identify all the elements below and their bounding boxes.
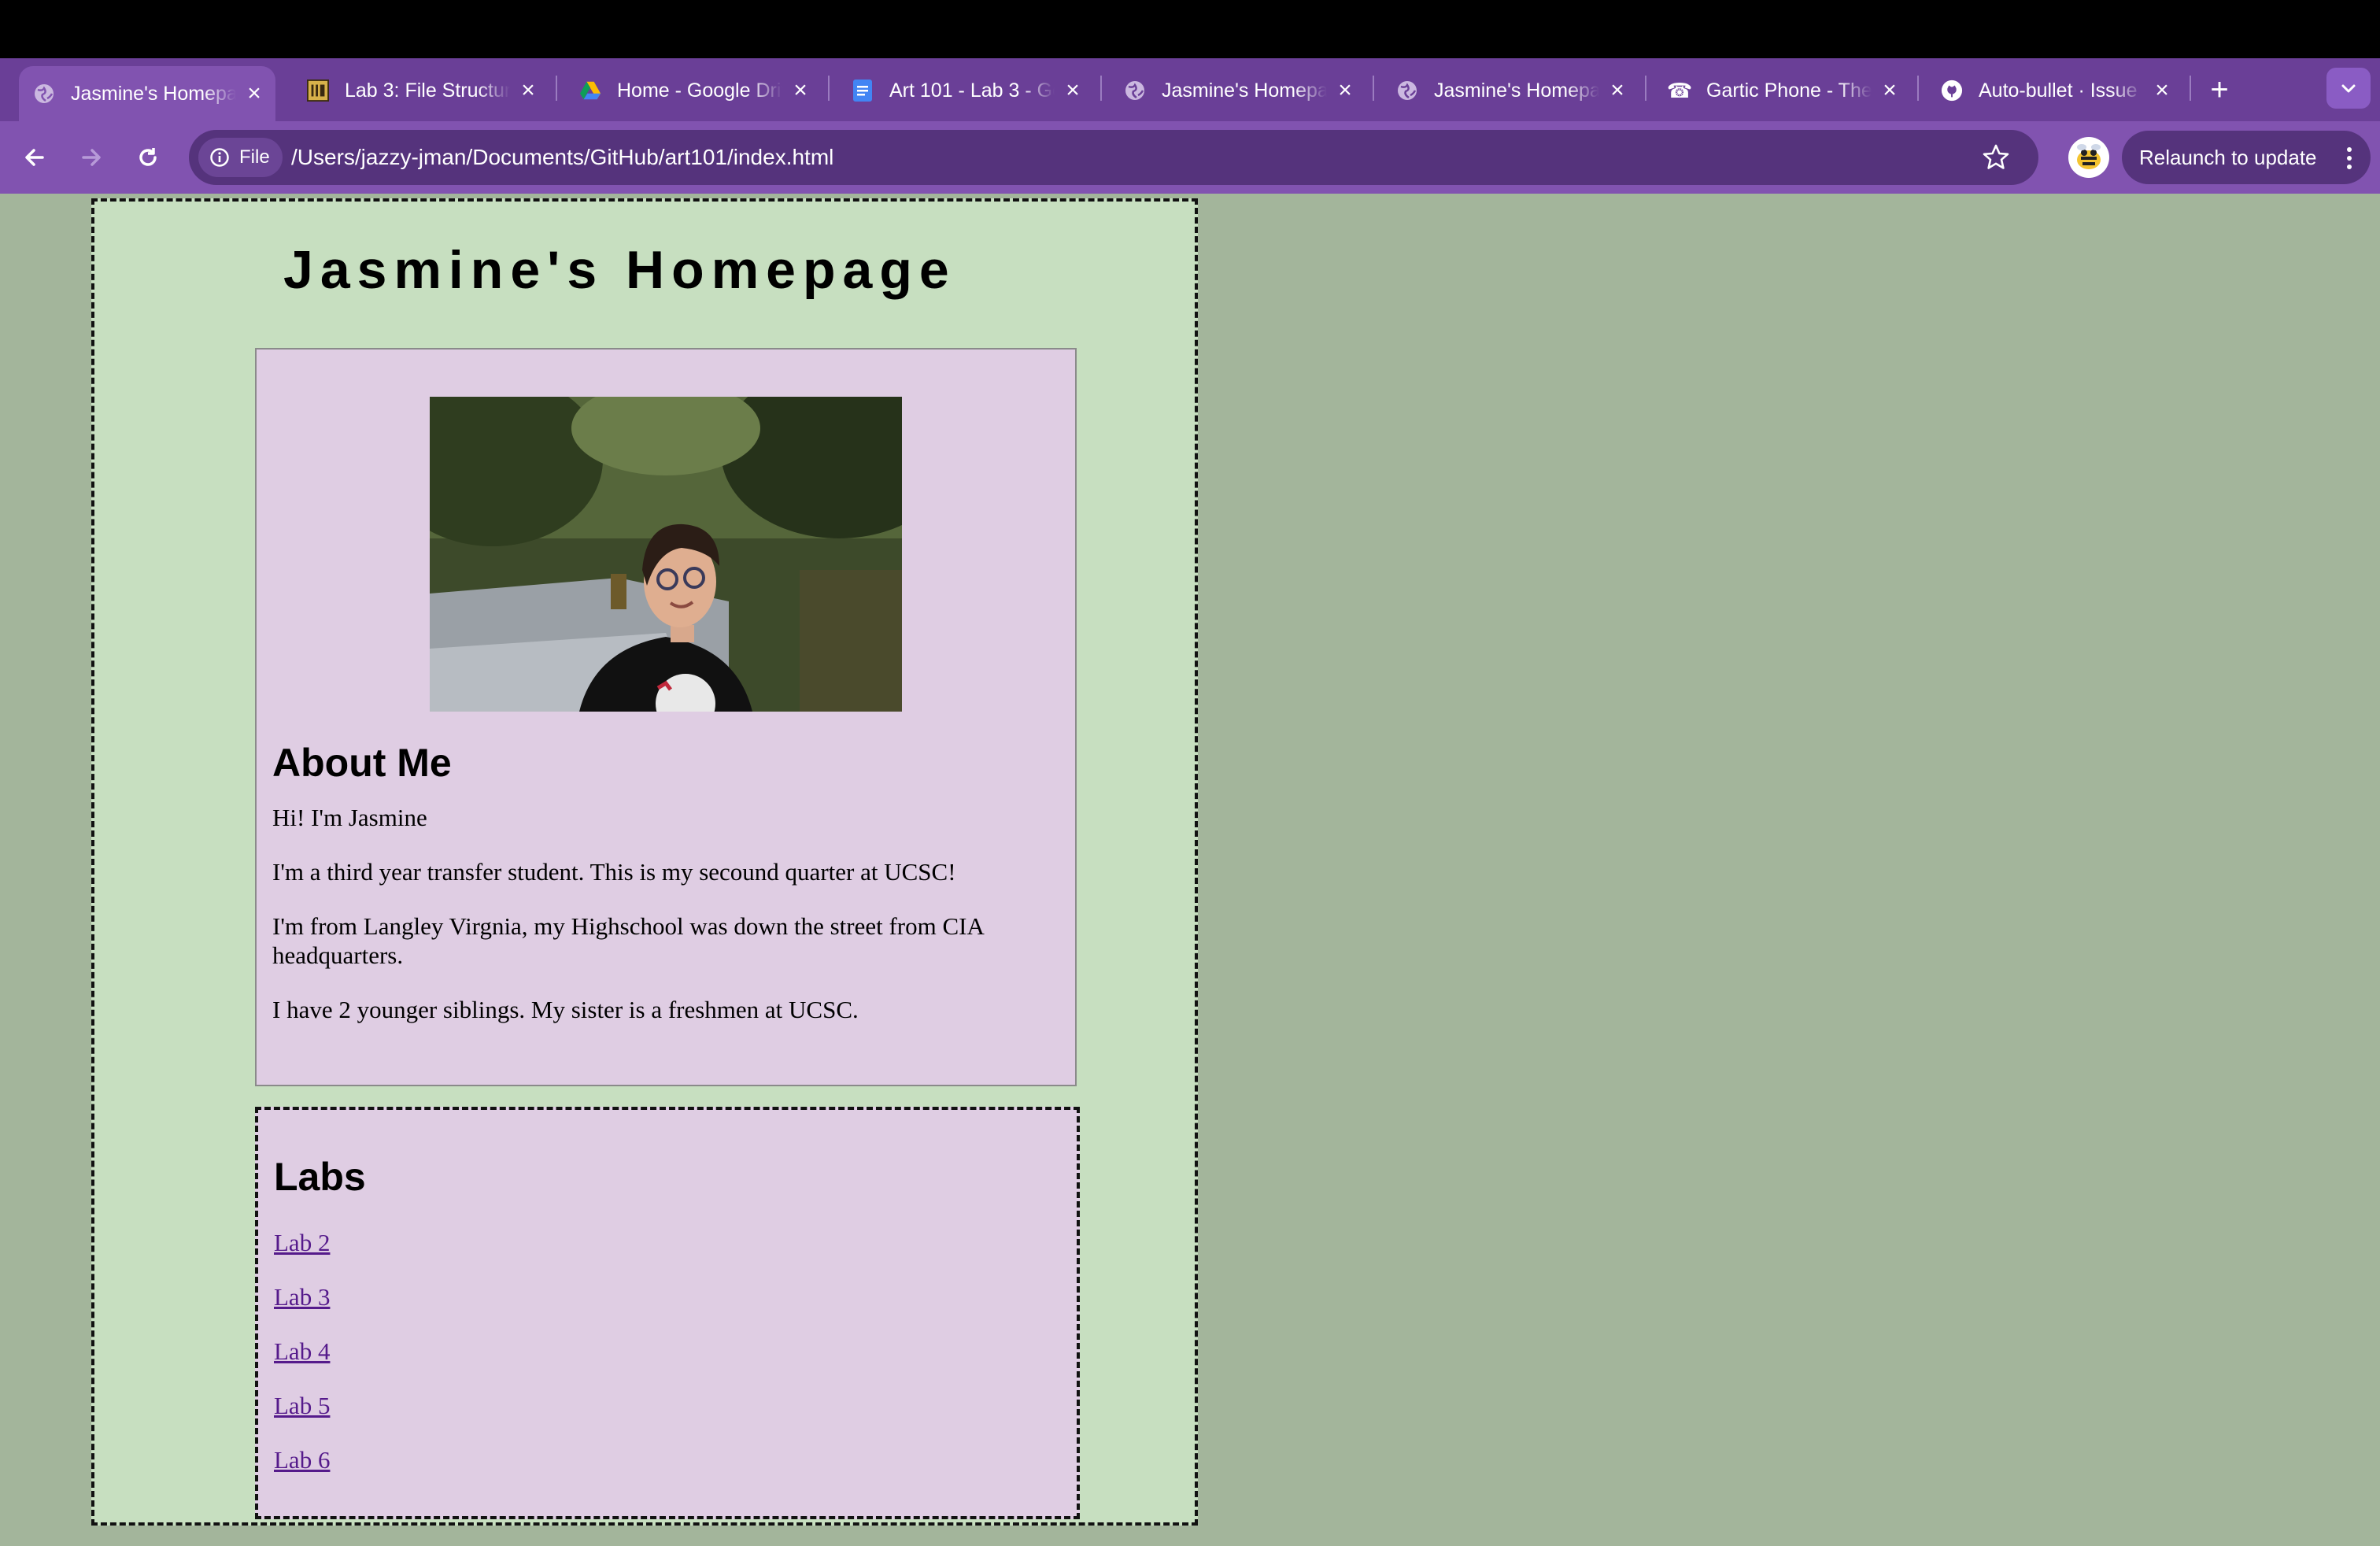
tab-jasmines-homepage-active[interactable]: Jasmine's Homepage ×: [19, 66, 275, 121]
tab-divider: [828, 76, 830, 101]
page-container: Jasmine's Homepage About Me Hi! I'm Jasm…: [91, 198, 1198, 1526]
labs-section: Labs Lab 2 Lab 3 Lab 4 Lab 5 Lab 6: [255, 1107, 1080, 1519]
tab-divider: [1645, 76, 1646, 101]
close-icon[interactable]: ×: [1062, 79, 1083, 102]
close-icon[interactable]: ×: [1879, 79, 1900, 102]
tab-label: Home - Google Drive: [617, 79, 782, 102]
tab-github-auto-bullet[interactable]: Auto-bullet · Issue ×: [1927, 66, 2183, 115]
reload-icon: [139, 148, 157, 166]
phone-icon: ☎: [1666, 78, 1693, 102]
file-chip-label: File: [239, 146, 270, 168]
close-icon[interactable]: ×: [518, 79, 538, 102]
tab-search-button[interactable]: [2326, 68, 2371, 109]
lab-4-link[interactable]: Lab 4: [274, 1337, 330, 1365]
tab-divider: [1373, 76, 1374, 101]
browser-toolbar: File /Users/jazzy-jman/Documents/GitHub/…: [0, 121, 2380, 194]
globe-icon: [33, 83, 55, 105]
github-icon: [1941, 80, 1963, 102]
tab-google-drive[interactable]: Home - Google Drive ×: [565, 66, 822, 115]
tab-divider: [1917, 76, 1919, 101]
lab-favicon-icon: [307, 80, 329, 102]
about-paragraph: I'm a third year transfer student. This …: [272, 858, 956, 886]
about-paragraph: I'm from Langley Virgnia, my Highschool …: [272, 912, 984, 969]
lab-2-link[interactable]: Lab 2: [274, 1229, 330, 1256]
lab-5-link[interactable]: Lab 5: [274, 1392, 330, 1419]
more-options-icon[interactable]: [2345, 146, 2353, 170]
tab-lab3-file-structure[interactable]: Lab 3: File Structure ×: [293, 66, 549, 115]
arrow-left-icon: [25, 149, 44, 166]
tab-jasmines-homepage-3[interactable]: Jasmine's Homepage ×: [1382, 66, 1639, 115]
macos-menu-bar: [0, 0, 2380, 58]
tab-label: Auto-bullet · Issue: [1979, 79, 2138, 102]
close-icon[interactable]: ×: [790, 79, 811, 102]
reload-button[interactable]: [129, 139, 167, 176]
about-paragraph: I have 2 younger siblings. My sister is …: [272, 996, 859, 1023]
forward-button[interactable]: [72, 139, 110, 176]
lab-3-link[interactable]: Lab 3: [274, 1283, 330, 1311]
profile-photo: [430, 397, 902, 712]
page-viewport: Jasmine's Homepage About Me Hi! I'm Jasm…: [0, 194, 2380, 1546]
site-info-chip[interactable]: File: [198, 138, 283, 177]
tab-label: Jasmine's Homepage: [1162, 79, 1327, 102]
info-icon: [210, 148, 229, 167]
close-icon[interactable]: ×: [1335, 79, 1355, 102]
labs-heading: Labs: [274, 1155, 366, 1199]
new-tab-button[interactable]: +: [2204, 74, 2235, 105]
tab-label: Lab 3: File Structure: [345, 79, 510, 102]
tab-google-docs[interactable]: Art 101 - Lab 3 - Google Docs ×: [837, 66, 1094, 115]
about-paragraph: Hi! I'm Jasmine: [272, 804, 427, 831]
tab-label: Jasmine's Homepage: [1434, 79, 1599, 102]
close-icon[interactable]: ×: [1607, 79, 1628, 102]
tab-jasmines-homepage-2[interactable]: Jasmine's Homepage ×: [1110, 66, 1366, 115]
relaunch-label: Relaunch to update: [2139, 145, 2317, 169]
profile-avatar[interactable]: [2068, 137, 2109, 178]
close-icon[interactable]: ×: [2152, 79, 2172, 102]
about-me-section: About Me Hi! I'm Jasmine I'm a third yea…: [255, 348, 1077, 1086]
tab-strip: Jasmine's Homepage × Lab 3: File Structu…: [0, 58, 2380, 121]
lab-6-link[interactable]: Lab 6: [274, 1446, 330, 1474]
globe-icon: [1124, 80, 1146, 102]
about-me-heading: About Me: [272, 741, 452, 785]
bee-avatar-icon: [2077, 144, 2101, 169]
url-text[interactable]: /Users/jazzy-jman/Documents/GitHub/art10…: [291, 130, 833, 185]
address-bar[interactable]: File /Users/jazzy-jman/Documents/GitHub/…: [189, 130, 2038, 185]
tab-label: Art 101 - Lab 3 - Google Docs: [889, 79, 1055, 102]
tab-label: Gartic Phone - The Telephone Game: [1706, 79, 1872, 102]
tab-divider: [1100, 76, 1102, 101]
relaunch-to-update-button[interactable]: Relaunch to update: [2122, 131, 2371, 184]
page-title: Jasmine's Homepage: [283, 240, 956, 300]
bookmark-star-icon[interactable]: [1982, 143, 2010, 172]
google-drive-icon: [579, 80, 601, 102]
tab-divider: [556, 76, 557, 101]
tab-gartic-phone[interactable]: ☎ Gartic Phone - The Telephone Game ×: [1654, 66, 1911, 115]
back-button[interactable]: [16, 139, 54, 176]
chevron-down-icon: [2341, 84, 2356, 93]
google-docs-icon: [852, 80, 874, 102]
tab-divider: [2190, 76, 2191, 101]
tab-label: Jasmine's Homepage: [71, 82, 236, 105]
close-icon[interactable]: ×: [244, 82, 264, 105]
globe-icon: [1396, 80, 1418, 102]
arrow-right-icon: [82, 149, 101, 166]
